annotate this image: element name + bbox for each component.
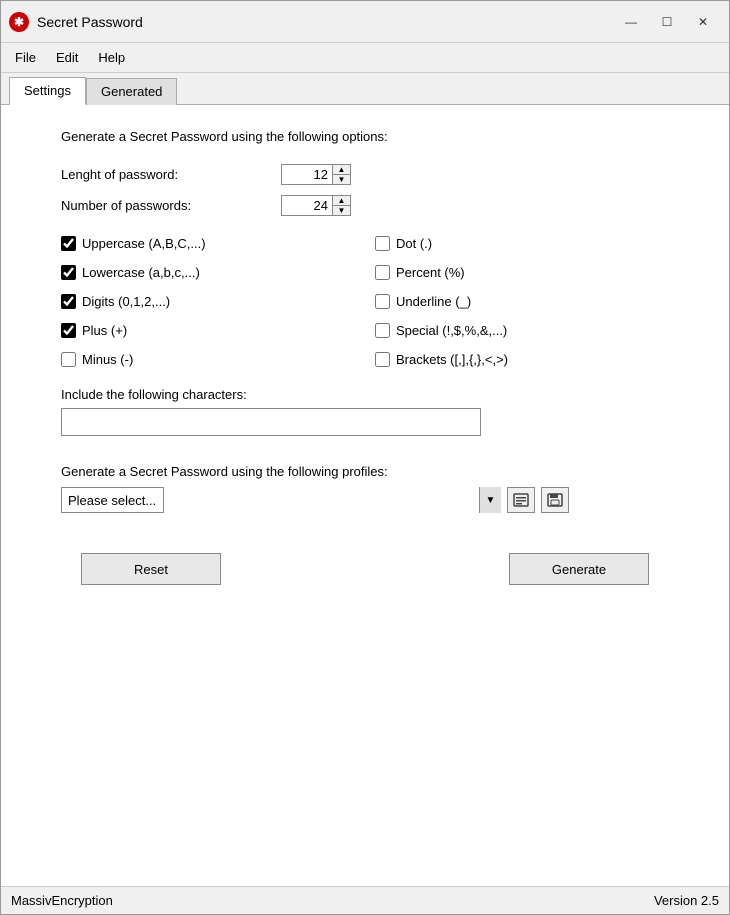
action-buttons: Reset Generate <box>61 553 669 585</box>
checkbox-underline: Underline (_) <box>375 294 669 309</box>
menu-edit[interactable]: Edit <box>46 46 88 69</box>
status-right: Version 2.5 <box>654 893 719 908</box>
checkbox-dot-input[interactable] <box>375 236 390 251</box>
checkbox-grid: Uppercase (A,B,C,...) Dot (.) Lowercase … <box>61 236 669 367</box>
checkbox-percent-label: Percent (%) <box>396 265 465 280</box>
length-spinbox[interactable]: ▲ ▼ <box>281 164 351 185</box>
checkbox-dot-label: Dot (.) <box>396 236 432 251</box>
profiles-row: Please select... ▼ <box>61 487 669 513</box>
checkbox-minus-input[interactable] <box>61 352 76 367</box>
count-row: Number of passwords: ▲ ▼ <box>61 195 669 216</box>
window-title: Secret Password <box>37 14 613 30</box>
include-label: Include the following characters: <box>61 387 669 402</box>
tab-bar: Settings Generated <box>1 73 729 105</box>
title-bar: ✱ Secret Password — ☐ ✕ <box>1 1 729 43</box>
length-down-button[interactable]: ▼ <box>333 175 350 184</box>
checkbox-digits-label: Digits (0,1,2,...) <box>82 294 170 309</box>
length-up-button[interactable]: ▲ <box>333 165 350 175</box>
checkbox-special-label: Special (!,$,%,&,...) <box>396 323 507 338</box>
length-input[interactable] <box>282 165 332 184</box>
checkbox-uppercase: Uppercase (A,B,C,...) <box>61 236 355 251</box>
checkbox-dot: Dot (.) <box>375 236 669 251</box>
profiles-select-wrapper: Please select... ▼ <box>61 487 501 513</box>
select-arrow-icon: ▼ <box>479 487 501 513</box>
svg-text:✱: ✱ <box>14 15 24 29</box>
generate-button[interactable]: Generate <box>509 553 649 585</box>
checkbox-percent-input[interactable] <box>375 265 390 280</box>
checkbox-plus-label: Plus (+) <box>82 323 127 338</box>
reset-button[interactable]: Reset <box>81 553 221 585</box>
status-bar: MassivEncryption Version 2.5 <box>1 886 729 914</box>
tab-settings[interactable]: Settings <box>9 77 86 105</box>
include-input[interactable] <box>61 408 481 436</box>
checkbox-lowercase: Lowercase (a,b,c,...) <box>61 265 355 280</box>
tab-generated[interactable]: Generated <box>86 78 177 105</box>
main-panel: Generate a Secret Password using the fol… <box>1 105 729 886</box>
load-profile-button[interactable] <box>507 487 535 513</box>
profiles-select[interactable]: Please select... <box>61 487 164 513</box>
count-up-button[interactable]: ▲ <box>333 196 350 206</box>
length-row: Lenght of password: ▲ ▼ <box>61 164 669 185</box>
app-icon: ✱ <box>9 12 29 32</box>
checkbox-brackets-label: Brackets ([,],{,},<,>) <box>396 352 508 367</box>
profiles-section: Generate a Secret Password using the fol… <box>61 464 669 513</box>
menu-bar: File Edit Help <box>1 43 729 73</box>
checkbox-percent: Percent (%) <box>375 265 669 280</box>
count-input[interactable] <box>282 196 332 215</box>
checkbox-digits-input[interactable] <box>61 294 76 309</box>
checkbox-underline-label: Underline (_) <box>396 294 471 309</box>
checkbox-brackets: Brackets ([,],{,},<,>) <box>375 352 669 367</box>
checkbox-lowercase-label: Lowercase (a,b,c,...) <box>82 265 200 280</box>
checkbox-plus: Plus (+) <box>61 323 355 338</box>
section-header: Generate a Secret Password using the fol… <box>61 129 669 144</box>
checkbox-digits: Digits (0,1,2,...) <box>61 294 355 309</box>
settings-panel: Generate a Secret Password using the fol… <box>1 105 729 609</box>
checkbox-special: Special (!,$,%,&,...) <box>375 323 669 338</box>
save-profile-button[interactable] <box>541 487 569 513</box>
checkbox-special-input[interactable] <box>375 323 390 338</box>
close-button[interactable]: ✕ <box>685 8 721 36</box>
checkbox-lowercase-input[interactable] <box>61 265 76 280</box>
count-down-button[interactable]: ▼ <box>333 206 350 215</box>
checkbox-uppercase-input[interactable] <box>61 236 76 251</box>
checkbox-minus: Minus (-) <box>61 352 355 367</box>
count-label: Number of passwords: <box>61 198 281 213</box>
count-spinbox[interactable]: ▲ ▼ <box>281 195 351 216</box>
checkbox-plus-input[interactable] <box>61 323 76 338</box>
length-label: Lenght of password: <box>61 167 281 182</box>
maximize-button[interactable]: ☐ <box>649 8 685 36</box>
checkbox-uppercase-label: Uppercase (A,B,C,...) <box>82 236 206 251</box>
minimize-button[interactable]: — <box>613 8 649 36</box>
checkbox-brackets-input[interactable] <box>375 352 390 367</box>
profiles-label: Generate a Secret Password using the fol… <box>61 464 669 479</box>
menu-file[interactable]: File <box>5 46 46 69</box>
menu-help[interactable]: Help <box>88 46 135 69</box>
checkbox-minus-label: Minus (-) <box>82 352 133 367</box>
status-left: MassivEncryption <box>11 893 113 908</box>
checkbox-underline-input[interactable] <box>375 294 390 309</box>
